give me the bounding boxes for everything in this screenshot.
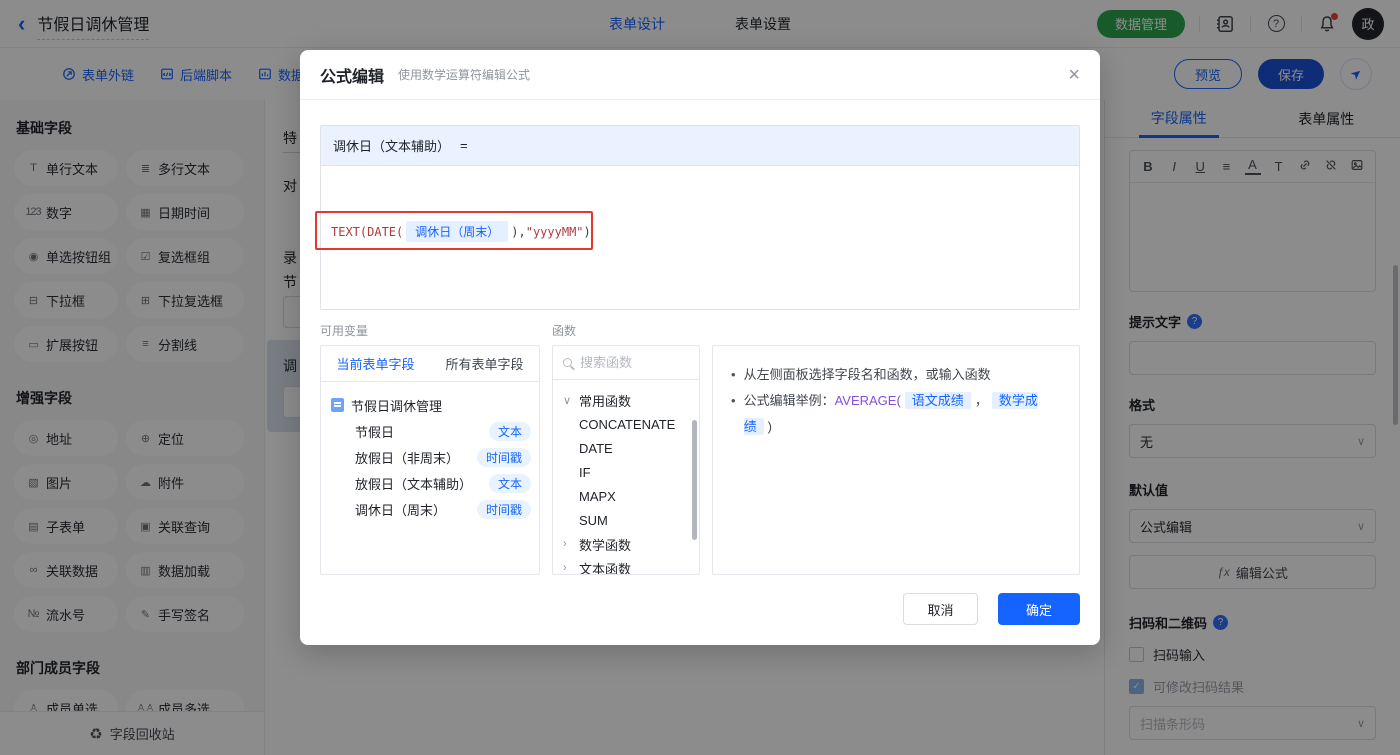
function-item[interactable]: IF [563,460,699,484]
example-field-chip: 语文成绩 [904,392,971,409]
type-badge: 文本 [488,473,531,493]
type-badge: 时间戳 [476,447,531,467]
chevron-right-icon: › [563,562,567,574]
variable-row[interactable]: 节假日 文本 [331,418,531,444]
chevron-down-icon: ∨ [563,394,572,407]
confirm-button[interactable]: 确定 [998,593,1080,625]
formula-paren: ) [583,224,591,239]
formula-target-field: 调休日（文本辅助） [333,139,451,154]
function-search[interactable] [553,346,699,380]
equals-sign: = [460,138,468,153]
function-group-common[interactable]: ∨ 常用函数 [563,388,699,412]
search-icon [563,358,572,367]
variables-label: 可用变量 [320,324,369,338]
formula-target-bar: 调休日（文本辅助） = [321,126,1079,166]
functions-label: 函数 [552,324,577,338]
app: ‹ 节假日调休管理 表单设计 表单设置 数据管理 ? 政 表单外链 后端脚本 预… [0,0,1400,755]
function-item[interactable]: MAPX [563,484,699,508]
type-badge: 时间戳 [476,499,531,519]
cancel-button[interactable]: 取消 [903,593,978,625]
variables-panel: 当前表单字段 所有表单字段 节假日调休管理 节假日 文本 放假日（非周末） 时间… [320,345,540,575]
tab-current-form-fields[interactable]: 当前表单字段 [321,346,430,381]
function-group-math[interactable]: › 数学函数 [563,532,699,556]
chevron-right-icon: › [563,538,567,550]
hints-panel: • 从左侧面板选择字段名和函数，或输入函数 • 公式编辑举例：AVERAGE(语… [712,345,1080,575]
variable-row[interactable]: 放假日（非周末） 时间戳 [331,444,531,470]
formula-box: 调休日（文本辅助） = TEXT(DATE( 调休日（周末） ), "yyyyM… [315,125,1080,310]
modal-title: 公式编辑 [320,68,385,86]
modal-header: 公式编辑 使用数学运算符编辑公式 × [300,50,1100,100]
hint-example-line: • 公式编辑举例：AVERAGE(语文成绩，数学成绩) [731,388,1061,440]
modal-subtitle: 使用数学运算符编辑公式 [398,68,531,82]
function-list-scrollbar[interactable] [692,420,697,540]
formula-paren: ), [511,224,526,239]
type-badge: 文本 [488,421,531,441]
function-group-text[interactable]: › 文本函数 [563,556,699,575]
form-doc-icon [331,398,344,412]
variable-row[interactable]: 调休日（周末） 时间戳 [331,496,531,522]
formula-string: "yyyyMM" [525,224,584,239]
example-function: AVERAGE( [834,393,901,408]
function-search-input[interactable] [580,355,670,370]
variable-row[interactable]: 放假日（文本辅助） 文本 [331,470,531,496]
variables-tabs: 当前表单字段 所有表单字段 [321,346,539,382]
functions-panel: ∨ 常用函数 CONCATENATE DATE IF MAPX SUM › 数学… [552,345,700,575]
formula-expression[interactable]: TEXT(DATE( 调休日（周末） ), "yyyyMM" ) [331,221,591,242]
function-item[interactable]: DATE [563,436,699,460]
formula-editor-area[interactable]: TEXT(DATE( 调休日（周末） ), "yyyyMM" ) [315,166,1079,309]
function-list: ∨ 常用函数 CONCATENATE DATE IF MAPX SUM › 数学… [553,380,699,575]
function-item[interactable]: CONCATENATE [563,412,699,436]
field-chip[interactable]: 调休日（周末） [406,221,509,242]
hint-line: • 从左侧面板选择字段名和函数，或输入函数 [731,362,1061,388]
tree-root-form[interactable]: 节假日调休管理 [331,392,531,418]
function-item[interactable]: SUM [563,508,699,532]
formula-edit-modal: 公式编辑 使用数学运算符编辑公式 × 调休日（文本辅助） = TEXT(DATE… [300,50,1100,645]
variables-tree: 节假日调休管理 节假日 文本 放假日（非周末） 时间戳 放假日（文本辅助） 文本… [321,382,539,522]
tab-all-form-fields[interactable]: 所有表单字段 [430,346,539,381]
formula-function: TEXT(DATE( [331,224,404,239]
bullet-icon: • [731,393,736,408]
bullet-icon: • [731,367,736,382]
close-icon[interactable]: × [1068,65,1080,85]
